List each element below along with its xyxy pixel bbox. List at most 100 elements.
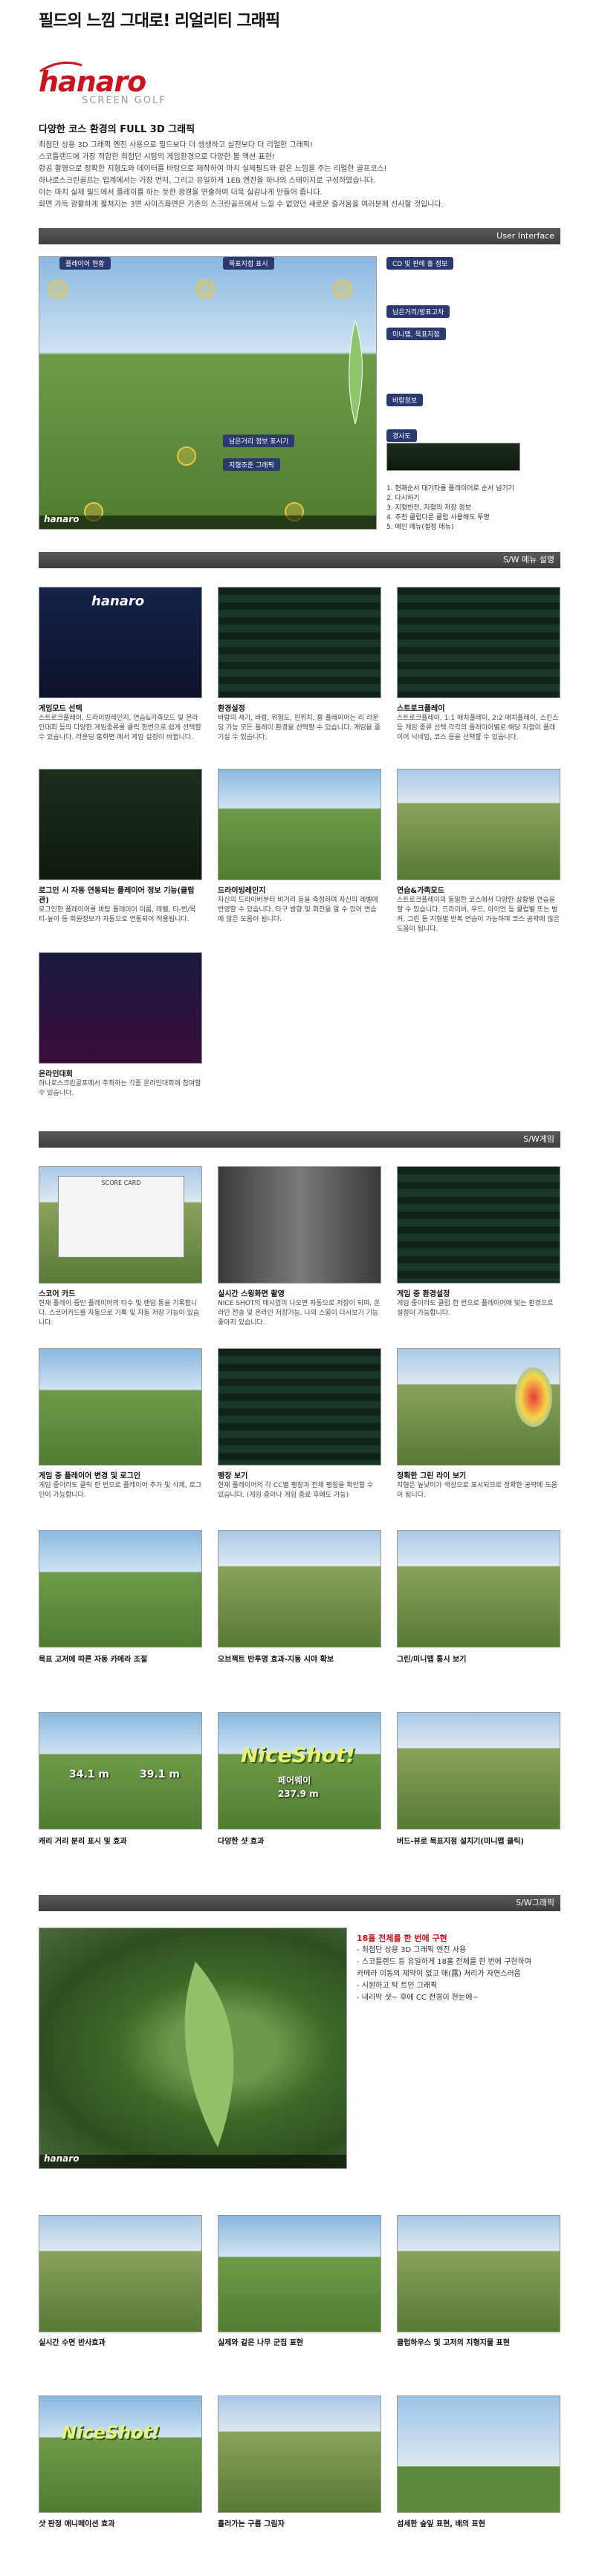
menu-caption: 온라인대회 하나로스크린골프에서 주최하는 각종 온라인대회에 참여할 수 있습니… — [39, 1070, 202, 1099]
menu-caption-title: 게임모드 선택 — [39, 705, 82, 713]
shot-brand: hanaro — [44, 514, 80, 524]
graphic-caption-title: 섬세한 숲잎 표현, 배의 표현 — [397, 2520, 485, 2528]
graphic-caption-title: 클럽하우스 및 고저의 지형지물 표현 — [397, 2339, 510, 2347]
graphic-caption: 샷 판정 애니메이션 효과 — [39, 2520, 202, 2529]
game-caption: 팽창 보기 현재 플레이어의 각 CC별 팽창과 전체 팽창을 확인할 수 있습니… — [218, 1471, 381, 1500]
section-bar-menu: S/W 메뉴 설명 — [39, 552, 560, 568]
ui-note: 1. 현재순서 대기타를 플레이어로 순서 넘기기 — [386, 485, 514, 492]
game-caption-text: 게임 중이라도 클릭 한 번으로 플레이어 추가 및 삭제, 로그인이 가능합니… — [39, 1482, 202, 1499]
menu-shot-stroke — [397, 587, 560, 698]
game-caption-text: 현재 플레이 중인 플레이어의 타수 및 랜덤 통을 기록합니다. 스코어카드를… — [39, 1300, 200, 1327]
ui-status-strip — [386, 443, 520, 471]
graphic-shot-trees — [218, 2215, 381, 2332]
graphic-caption: 섬세한 숲잎 표현, 배의 표현 — [397, 2520, 560, 2529]
ui-note: 4. 추천 클럽다른 클럽 사용해도 투명 — [386, 514, 490, 521]
graphic-shot-water — [39, 2215, 202, 2332]
game-shot-birdview — [397, 1712, 560, 1829]
menu-caption: 연습&가족모드 스트로크플레이의 동일한 코스에서 다양한 상황별 연습을 할 수… — [397, 886, 560, 934]
game-caption: 버드-뷰로 목표지점 설치기(미니맵 클릭) — [397, 1837, 560, 1847]
ui-marker-ring — [333, 279, 352, 299]
minimap-icon — [349, 319, 363, 425]
graphic-caption-title: 흘러가는 구름 그림자 — [218, 2520, 285, 2528]
game-shot-scorecard: SCORE CARD — [39, 1166, 202, 1284]
menu-caption-text: 스트로크플레이, 1:1 매치플레이, 2:2 매치플레이, 스킨스 등 게임 … — [397, 715, 559, 741]
menu-caption-text: 하나로스크린골프에서 주최하는 각종 온라인대회에 참여할 수 있습니다. — [39, 1080, 201, 1097]
graphic-caption: 흘러가는 구름 그림자 — [218, 2520, 381, 2529]
callout-mini: 미니맵, 목표지점 — [386, 328, 446, 340]
callout-aim: 지형조준 그래픽 — [223, 458, 280, 471]
menu-shot-gamemode: hanaro — [39, 587, 202, 698]
graphic-feature-line: - 시원하고 탁 트인 그래픽 — [357, 1982, 438, 1990]
menu-caption-title: 드라이빙레인지 — [218, 887, 266, 895]
game-caption: 정확한 그린 라이 보기 지형은 높낮이가 색상으로 표시되므로 정확한 공략에 … — [397, 1471, 560, 1500]
game-caption: 게임 중 환경설정 게임 중이라도 클럽 한 번으로 플레이어에 맞는 환경으로 … — [397, 1289, 560, 1318]
game-caption: 다양한 샷 효과 — [218, 1837, 381, 1847]
menu-caption: 로그인 시 자동 연동되는 플레이어 정보 기능(클럽관) 로그인한 플레이어를 … — [39, 886, 202, 925]
intro-line: 항공 촬영으로 정확한 지형도와 데이터를 바탕으로 제작하여 마치 실제필드와… — [39, 165, 387, 173]
menu-shot-practice — [397, 769, 560, 880]
ui-marker-ring — [195, 279, 215, 299]
page: 필드의 느낌 그대로! 리얼리티 그래픽 hanaro SCREEN GOLF … — [0, 0, 599, 2576]
game-caption-title: 오브젝트 반투명 효과-지동 시야 확보 — [218, 1656, 334, 1664]
shot-brand: hanaro — [44, 2153, 80, 2164]
ui-note: 3. 지형반전, 지형의 저장 정보 — [386, 504, 471, 512]
intro-line: 최첨단 상용 3D 그래픽 엔진 사용으로 필드보다 더 생생하고 실전보다 더… — [39, 141, 314, 149]
menu-caption-text: 바람의 세기, 바람, 위험도, 핀위치, 홈 플레이어는 리 라운딩 가능 모… — [218, 715, 381, 741]
distance-label: 237.9 m — [278, 1789, 319, 1799]
menu-caption-text: 자신의 드라이버부터 비거리 등을 측정하며 자신의 레벨에 반영할 수 있습니… — [218, 897, 378, 923]
graphic-feature-title: 18홀 전체를 한 번에 구현 — [357, 1933, 447, 1943]
carry-label: 34.1 m — [69, 1769, 110, 1780]
ui-marker-ring — [177, 446, 196, 466]
game-shot-transparency — [218, 1530, 381, 1648]
ui-note: 5. 메인 메뉴(절정 메뉴) — [386, 524, 454, 531]
game-caption-title: 버드-뷰로 목표지점 설치기(미니맵 클릭) — [397, 1838, 524, 1846]
game-shot-camera — [39, 1530, 202, 1648]
game-shot-green-lie — [397, 1348, 560, 1466]
menu-caption-title: 스트로크플레이 — [397, 705, 445, 713]
game-caption: 목표 고저에 따른 자동 카메라 조절 — [39, 1655, 202, 1665]
page-headline: 필드의 느낌 그대로! 리얼리티 그래픽 — [39, 12, 280, 30]
intro-line: 스코틀랜드에 가장 적합한 최첨단 시탐의 게임환경으로 다양한 볼 액션 표현… — [39, 153, 275, 161]
game-caption: 캐리 거리 분리 표시 및 효과 — [39, 1837, 202, 1847]
graphic-caption-title: 실시간 수면 반사효과 — [39, 2339, 106, 2347]
game-caption-title: 목표 고저에 따른 자동 카메라 조절 — [39, 1656, 148, 1664]
graphic-shot-animation: NiceShot! — [39, 2396, 202, 2513]
game-shot-player-change — [39, 1348, 202, 1466]
intro-line: 하나로스크린골프는 업계에서는 가장 먼저, 그리고 유일하게 1EB 엔진을 … — [39, 177, 376, 185]
hanaro-logo: hanaro SCREEN GOLF — [39, 61, 202, 106]
callout-cd: CD 및 판례 홀 정보 — [386, 257, 454, 270]
game-shot-swing — [218, 1166, 381, 1284]
menu-caption: 스트로크플레이스트로크플레이, 1:1 매치플레이, 2:2 매치플레이, 스킨… — [397, 704, 560, 743]
graphic-shot-clubhouse — [397, 2215, 560, 2332]
graphic-feature-line: - 내리막 샷~ 후에 CC 전경이 한눈에~ — [357, 1994, 479, 2002]
menu-caption-title: 로그인 시 자동 연동되는 플레이어 정보 기능(클럽관) — [39, 887, 195, 905]
game-shot-green-minimap — [397, 1530, 560, 1648]
graphic-caption: 클럽하우스 및 고저의 지형지물 표현 — [397, 2338, 560, 2348]
intro-section: 다양한 코스 환경의 FULL 3D 그래픽 최첨단 상용 3D 그래픽 엔진 … — [39, 121, 551, 211]
game-caption-title: 실시간 스윙화면 촬영 — [218, 1290, 285, 1298]
shot-brand: hanaro — [91, 593, 145, 609]
section-bar-ui: User Interface — [39, 228, 560, 244]
game-caption-title: 스코어 카드 — [39, 1290, 76, 1298]
graphic-caption: 실제와 같은 나무 군집 표현 — [218, 2338, 381, 2348]
ui-marker-ring — [48, 279, 68, 299]
game-caption-text: 현재 플레이어의 각 CC별 팽창과 전체 팽창을 확인할 수 있습니다. (게… — [218, 1482, 374, 1499]
menu-caption: 드라이빙레인지자신의 드라이버부터 비거리 등을 측정하며 자신의 레벨에 반영… — [218, 886, 381, 925]
section-bar-graphic: S/W그래픽 — [39, 1895, 560, 1911]
menu-shot-settings — [218, 587, 381, 698]
graphic-hud-bar — [39, 2155, 346, 2168]
game-caption: 그린/미니맵 통시 보기 — [397, 1655, 560, 1665]
menu-caption: 환경설정 바람의 세기, 바람, 위험도, 핀위치, 홈 플레이어는 리 라운딩 … — [218, 704, 381, 743]
graphic-caption: 실시간 수면 반사효과 — [39, 2338, 202, 2348]
menu-caption-text: 스트로크플레이, 드라이빙레인지, 연습&가족모드 및 온라인대회 등의 다양한… — [39, 715, 201, 741]
graphic-shot-clouds — [218, 2396, 381, 2513]
callout-slope: 경사도 — [386, 429, 417, 442]
graphic-feature-line: - 스코틀랜드 등 유일하게 18홀 전체를 한 번에 구현하여 — [357, 1958, 531, 1966]
scorecard-panel: SCORE CARD — [58, 1176, 184, 1258]
nice-shot-text: NiceShot! — [62, 2422, 161, 2443]
game-caption-title: 게임 중 플레이어 변경 및 로그인 — [39, 1472, 141, 1480]
callout-player: 플레이어 현황 — [59, 257, 111, 270]
carry-label: 39.1 m — [140, 1769, 181, 1780]
game-caption: 게임 중 플레이어 변경 및 로그인게임 중이라도 클릭 한 번으로 플레이어 … — [39, 1471, 202, 1500]
graphic-caption-title: 샷 판정 애니메이션 효과 — [39, 2520, 115, 2528]
